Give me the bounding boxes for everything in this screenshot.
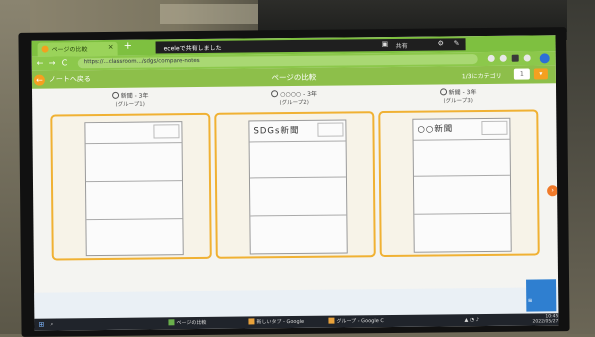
note-page-thumbnail: ○○新聞 <box>412 117 512 253</box>
url-text: https://...classroom.../sdgs/compare-not… <box>83 57 200 66</box>
comparison-area: 新聞 - 3年 (グループ1) ○○○○ - 3年 (グループ2) SDGs新聞… <box>32 87 558 292</box>
browser-tab[interactable]: ページの比較 × <box>37 41 118 57</box>
sheet-section <box>86 218 182 255</box>
taskbar-clock[interactable]: 10:45 2022/05/27 <box>532 314 558 324</box>
sheet-box <box>481 120 508 136</box>
page-card[interactable]: ○○新聞 <box>378 109 540 258</box>
browser-icon <box>248 318 255 325</box>
page-number-select[interactable]: 1 <box>513 68 530 80</box>
magnifier-icon[interactable] <box>439 88 447 96</box>
compare-column: 新聞 - 3年 (グループ3) ○○新聞 <box>378 87 540 258</box>
sheet-section <box>414 213 510 252</box>
taskbar-item[interactable]: グループ - Google C <box>328 317 384 326</box>
group-label: (グループ2) <box>279 99 309 107</box>
page-indicator: 1/3にカテゴリ <box>461 72 502 81</box>
sheet-section <box>249 176 347 217</box>
owner-label: ○○○○ - 3年 <box>280 90 317 99</box>
close-icon[interactable]: × <box>108 43 114 51</box>
search-icon[interactable]: ⌕ <box>50 321 53 329</box>
sheet-title: ○○新聞 <box>417 124 454 135</box>
notification-tile[interactable]: ▤ <box>526 279 557 312</box>
extension-icon[interactable] <box>499 54 507 62</box>
forward-arrow-icon[interactable]: → <box>49 58 56 68</box>
tile-icon: ▤ <box>528 297 533 303</box>
share-screen-icon[interactable]: ▣ <box>382 40 389 48</box>
group-label: (グループ1) <box>115 101 145 108</box>
taskbar-label: ページの比較 <box>176 319 207 327</box>
monitor: ページの比較 × + eceleで共有しました ▣ 共有 ⚙ ✎ ← → C h… <box>18 27 570 337</box>
owner-label: 新聞 - 3年 <box>448 89 477 97</box>
extension-icon[interactable] <box>523 54 531 62</box>
reload-icon[interactable]: C <box>62 58 68 68</box>
share-status: 共有 <box>395 42 408 50</box>
extension-icon[interactable] <box>487 54 495 62</box>
new-tab-button[interactable]: + <box>124 41 133 52</box>
settings-icon[interactable]: ⚙ <box>438 39 444 47</box>
profile-avatar[interactable] <box>539 53 550 64</box>
sheet-section <box>85 142 182 183</box>
pin-icon[interactable]: ✎ <box>454 39 460 47</box>
note-page-thumbnail <box>84 121 184 257</box>
compare-column: ○○○○ - 3年 (グループ2) SDGs新聞 <box>214 89 376 259</box>
sheet-section <box>413 138 510 177</box>
owner-label: 新聞 - 3年 <box>120 92 149 100</box>
sheet-box <box>317 122 344 137</box>
taskbar-label: 新しいタブ - Google <box>256 318 305 326</box>
taskbar-label: グループ - Google C <box>336 318 384 325</box>
sheet-section <box>249 140 346 179</box>
page-card[interactable] <box>50 112 212 261</box>
magnifier-icon[interactable] <box>111 91 119 99</box>
sheet-header: SDGs新聞 <box>249 120 346 143</box>
app-icon <box>168 319 175 326</box>
sheet-section <box>250 214 346 253</box>
screen: ページの比較 × + eceleで共有しました ▣ 共有 ⚙ ✎ ← → C h… <box>31 35 559 331</box>
compare-column: 新聞 - 3年 (グループ1) <box>50 91 212 261</box>
back-arrow-icon[interactable]: ← <box>37 59 44 69</box>
share-notice: eceleで共有しました <box>163 44 222 53</box>
taskbar-item[interactable]: ページの比較 <box>168 319 206 327</box>
taskbar-item[interactable]: 新しいタブ - Google <box>248 318 304 327</box>
sheet-box <box>153 124 180 139</box>
group-label: (グループ3) <box>443 98 473 105</box>
page-card[interactable]: SDGs新聞 <box>214 111 376 259</box>
tray-icons[interactable]: ▲ ◔ ♪ <box>464 316 479 324</box>
room-wall-right <box>567 0 595 334</box>
sheet-section <box>413 174 511 215</box>
tab-title: ページの比較 <box>51 46 88 54</box>
app-favicon-icon <box>41 45 49 53</box>
room-shelf <box>160 4 260 24</box>
next-page-button[interactable]: › <box>547 185 559 197</box>
clock-date: 2022/05/27 <box>532 319 559 325</box>
browser-icon <box>328 317 335 324</box>
magnifier-icon[interactable] <box>271 90 279 98</box>
sheet-section <box>85 180 183 221</box>
note-page-thumbnail: SDGs新聞 <box>248 119 348 255</box>
chevron-down-icon[interactable]: ▾ <box>533 68 548 80</box>
screen-share-bar: eceleで共有しました ▣ 共有 ⚙ ✎ <box>155 38 466 54</box>
sheet-header: ○○新聞 <box>413 118 510 141</box>
sheet-header <box>85 122 182 145</box>
sheet-title: SDGs新聞 <box>253 125 300 137</box>
extension-icon[interactable] <box>511 54 519 62</box>
windows-start-icon[interactable]: ⊞ <box>38 321 44 329</box>
